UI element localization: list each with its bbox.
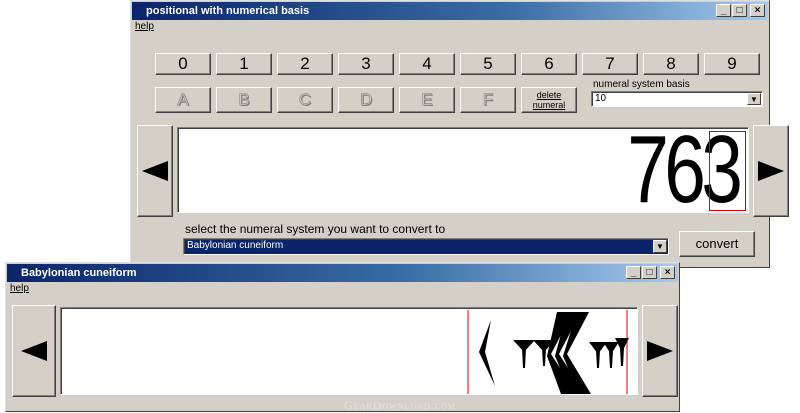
digit-button-6[interactable]: 6 <box>521 53 577 75</box>
digit-button-5[interactable]: 5 <box>460 53 516 75</box>
cuneiform-digit-7 <box>479 320 495 386</box>
main-window: positional with numerical basis _ □ × he… <box>130 0 789 268</box>
menu-help[interactable]: help <box>10 283 29 294</box>
cuneiform-scroll-left-button[interactable] <box>12 305 56 397</box>
main-window-controls: _ □ × <box>715 4 765 17</box>
letter-button-E[interactable]: E <box>399 87 455 113</box>
digit-button-3[interactable]: 3 <box>338 53 394 75</box>
cuneiform-glyphs <box>467 310 629 394</box>
cuneiform-title-bar[interactable]: Babylonian cuneiform _ □ × <box>7 264 678 282</box>
menu-help[interactable]: help <box>135 21 154 32</box>
chevron-down-icon[interactable]: ▼ <box>747 93 761 105</box>
digit-button-8[interactable]: 8 <box>643 53 699 75</box>
number-display: 763 <box>177 127 749 213</box>
target-system-label: select the numeral system you want to co… <box>185 222 446 236</box>
arrow-left-icon <box>21 341 47 361</box>
letter-label: C <box>298 90 312 110</box>
digit-button-2[interactable]: 2 <box>277 53 333 75</box>
basis-value: 10 <box>595 93 607 104</box>
basis-label: numeral system basis <box>593 79 690 90</box>
minimize-button[interactable]: _ <box>626 266 641 279</box>
letter-label: E <box>421 90 433 110</box>
scroll-right-button[interactable] <box>753 125 789 217</box>
arrow-right-icon <box>758 161 784 181</box>
letter-button-F[interactable]: F <box>460 87 516 113</box>
letter-button-A[interactable]: A <box>155 87 211 113</box>
letter-button-C[interactable]: C <box>277 87 333 113</box>
maximize-button[interactable]: □ <box>642 266 657 279</box>
cuneiform-scroll-right-button[interactable] <box>642 305 678 397</box>
digit-button-7[interactable]: 7 <box>582 53 638 75</box>
cuneiform-menu-bar: help <box>10 283 29 294</box>
watermark: GearDownload.com <box>344 398 456 412</box>
digit-button-9[interactable]: 9 <box>704 53 760 75</box>
chevron-down-icon[interactable]: ▼ <box>653 240 667 253</box>
letter-label: A <box>177 90 189 110</box>
arrow-right-icon <box>647 341 673 361</box>
close-button[interactable]: × <box>660 266 675 279</box>
digit-button-0[interactable]: 0 <box>155 53 211 75</box>
minimize-button[interactable]: _ <box>716 4 731 17</box>
arrow-left-icon <box>142 161 168 181</box>
delete-numeral-button[interactable]: delete numeral <box>521 87 577 113</box>
delete-label-line1: delete <box>536 90 562 100</box>
main-window-title: positional with numerical basis <box>146 5 310 17</box>
digit-button-1[interactable]: 1 <box>216 53 272 75</box>
letter-label: B <box>238 90 250 110</box>
basis-select[interactable]: 10 ▼ <box>591 91 763 107</box>
letter-label: F <box>482 90 494 110</box>
letter-label: D <box>359 90 373 110</box>
letter-button-B[interactable]: B <box>216 87 272 113</box>
cuneiform-digit-3 <box>589 338 629 368</box>
digit-button-4[interactable]: 4 <box>399 53 455 75</box>
main-menu-bar: help <box>135 21 154 32</box>
close-button[interactable]: × <box>750 4 765 17</box>
convert-button[interactable]: convert <box>679 231 755 257</box>
delete-label-line2: numeral <box>532 100 566 110</box>
main-title-bar[interactable]: positional with numerical basis _ □ × <box>132 2 768 20</box>
cuneiform-window: Babylonian cuneiform _ □ × help <box>5 262 680 412</box>
current-digit-highlight <box>709 131 746 211</box>
cuneiform-digit-6 <box>513 312 591 394</box>
maximize-button[interactable]: □ <box>732 4 747 17</box>
letter-button-D[interactable]: D <box>338 87 394 113</box>
target-system-value: Babylonian cuneiform <box>187 240 284 251</box>
scroll-left-button[interactable] <box>137 125 173 217</box>
cuneiform-window-controls: _ □ × <box>625 266 675 279</box>
cuneiform-window-title: Babylonian cuneiform <box>21 267 137 279</box>
target-system-select[interactable]: Babylonian cuneiform ▼ <box>183 238 669 255</box>
cuneiform-display <box>60 307 638 395</box>
